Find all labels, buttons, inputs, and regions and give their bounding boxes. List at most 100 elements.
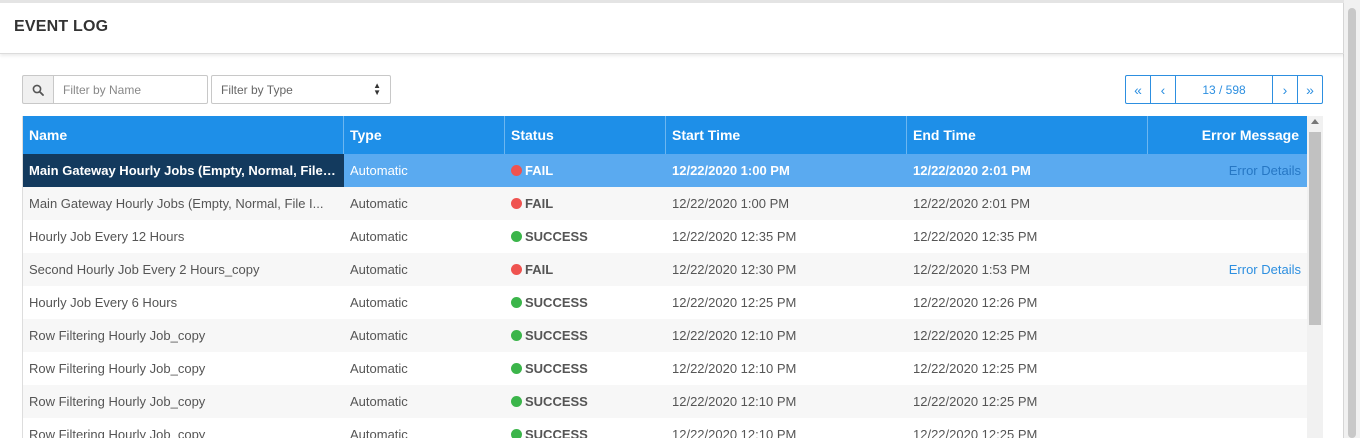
status-text: FAIL: [525, 196, 554, 211]
cell-error-message: [1148, 220, 1307, 253]
table-row[interactable]: Second Hourly Job Every 2 Hours_copy Auto…: [23, 253, 1307, 286]
table-row[interactable]: Main Gateway Hourly Jobs (Empty, Normal,…: [23, 187, 1307, 220]
table-row[interactable]: Hourly Job Every 12 Hours Automatic SUCCES…: [23, 220, 1307, 253]
type-filter-value: Filter by Type: [221, 83, 293, 97]
error-details-link[interactable]: Error Details: [1229, 163, 1301, 178]
status-text: SUCCESS: [525, 229, 588, 244]
column-header-status[interactable]: Status: [505, 116, 666, 154]
column-header-name[interactable]: Name: [23, 116, 344, 154]
cell-name: Row Filtering Hourly Job_copy: [29, 361, 206, 376]
cell-end-time: 12/22/2020 12:25 PM: [913, 427, 1038, 438]
page-scrollbar-thumb[interactable]: [1348, 8, 1356, 438]
cell-type: Automatic: [350, 229, 408, 244]
page-indicator[interactable]: 13 / 598: [1175, 75, 1273, 104]
search-icon[interactable]: [22, 75, 53, 104]
column-header-start-time[interactable]: Start Time: [666, 116, 907, 154]
status-text: FAIL: [525, 262, 554, 277]
fail-status-icon: [511, 264, 522, 275]
success-status-icon: [511, 396, 522, 407]
cell-end-time: 12/22/2020 12:25 PM: [913, 328, 1038, 343]
column-header-type[interactable]: Type: [344, 116, 505, 154]
cell-status: FAIL: [505, 253, 666, 286]
error-details-link[interactable]: Error Details: [1229, 262, 1301, 277]
cell-end-time: 12/22/2020 2:01 PM: [913, 163, 1031, 178]
cell-name: Hourly Job Every 6 Hours: [29, 295, 178, 310]
cell-error-message: Error Details: [1148, 253, 1307, 286]
panel-header: EVENT LOG: [0, 3, 1344, 54]
cell-status: SUCCESS: [505, 418, 666, 438]
cell-type: Automatic: [350, 196, 408, 211]
name-filter-input[interactable]: [53, 75, 208, 104]
prev-page-button[interactable]: ‹: [1150, 75, 1176, 104]
cell-end-time: 12/22/2020 12:25 PM: [913, 394, 1038, 409]
fail-status-icon: [511, 165, 522, 176]
table-scrollbar[interactable]: [1307, 116, 1323, 438]
cell-start-time: 12/22/2020 12:10 PM: [672, 394, 797, 409]
table-body: Main Gateway Hourly Jobs (Empty, Normal,…: [23, 154, 1307, 438]
cell-type: Automatic: [350, 328, 408, 343]
cell-end-time: 12/22/2020 12:26 PM: [913, 295, 1038, 310]
table-row[interactable]: Hourly Job Every 6 Hours Automatic SUCCESS…: [23, 286, 1307, 319]
first-page-button[interactable]: «: [1125, 75, 1151, 104]
table-row[interactable]: Row Filtering Hourly Job_copy Automatic SU…: [23, 385, 1307, 418]
cell-status: FAIL: [505, 187, 666, 220]
cell-type: Automatic: [350, 295, 408, 310]
table-row[interactable]: Row Filtering Hourly Job_copy Automatic SU…: [23, 352, 1307, 385]
cell-start-time: 12/22/2020 12:10 PM: [672, 427, 797, 438]
cell-start-time: 12/22/2020 12:10 PM: [672, 328, 797, 343]
status-text: SUCCESS: [525, 328, 588, 343]
cell-error-message: [1148, 187, 1307, 220]
cell-type: Automatic: [350, 427, 408, 438]
cell-type: Automatic: [350, 361, 408, 376]
status-text: FAIL: [525, 163, 554, 178]
cell-name: Row Filtering Hourly Job_copy: [29, 427, 206, 438]
cell-name: Row Filtering Hourly Job_copy: [29, 328, 206, 343]
cell-start-time: 12/22/2020 12:30 PM: [672, 262, 797, 277]
table-row[interactable]: Main Gateway Hourly Jobs (Empty, Normal,…: [23, 154, 1307, 187]
event-log-panel: EVENT LOG Filter by Type ▲▼ « ‹ 13 / 598…: [0, 0, 1344, 438]
cell-status: SUCCESS: [505, 319, 666, 352]
cell-error-message: [1148, 352, 1307, 385]
cell-name: Hourly Job Every 12 Hours: [29, 229, 185, 244]
scroll-up-icon[interactable]: [1311, 119, 1319, 124]
cell-start-time: 12/22/2020 12:35 PM: [672, 229, 797, 244]
cell-start-time: 12/22/2020 1:00 PM: [672, 163, 790, 178]
success-status-icon: [511, 363, 522, 374]
cell-status: SUCCESS: [505, 352, 666, 385]
name-filter-group: [22, 75, 208, 104]
cell-status: SUCCESS: [505, 220, 666, 253]
cell-start-time: 12/22/2020 1:00 PM: [672, 196, 790, 211]
type-filter-select[interactable]: Filter by Type ▲ ▼: [211, 75, 391, 104]
magnifier-glyph: [32, 84, 44, 96]
pagination: « ‹ 13 / 598 › »: [1125, 75, 1323, 104]
cell-end-time: 12/22/2020 12:25 PM: [913, 361, 1038, 376]
page-scrollbar[interactable]: [1344, 0, 1360, 438]
status-text: SUCCESS: [525, 427, 588, 438]
cell-name: Main Gateway Hourly Jobs (Empty, Normal,…: [29, 196, 324, 211]
cell-error-message: [1148, 418, 1307, 438]
cell-error-message: Error Details: [1148, 154, 1307, 187]
event-table: Name Type Status Start Time End Time Err…: [22, 116, 1323, 438]
last-page-button[interactable]: »: [1297, 75, 1323, 104]
column-header-error-message[interactable]: Error Message: [1148, 116, 1307, 154]
cell-name: Row Filtering Hourly Job_copy: [29, 394, 206, 409]
cell-start-time: 12/22/2020 12:25 PM: [672, 295, 797, 310]
cell-type: Automatic: [350, 262, 408, 277]
scrollbar-thumb[interactable]: [1309, 132, 1321, 325]
cell-error-message: [1148, 319, 1307, 352]
cell-type: Automatic: [350, 163, 408, 178]
success-status-icon: [511, 330, 522, 341]
cell-type: Automatic: [350, 394, 408, 409]
cell-status: SUCCESS: [505, 286, 666, 319]
table-row[interactable]: Row Filtering Hourly Job_copy Automatic SU…: [23, 319, 1307, 352]
cell-name: Main Gateway Hourly Jobs (Empty, Normal,…: [23, 154, 344, 187]
cell-end-time: 12/22/2020 1:53 PM: [913, 262, 1031, 277]
status-text: SUCCESS: [525, 394, 588, 409]
page-title: EVENT LOG: [14, 18, 109, 35]
column-header-end-time[interactable]: End Time: [907, 116, 1148, 154]
cell-start-time: 12/22/2020 12:10 PM: [672, 361, 797, 376]
table-row[interactable]: Row Filtering Hourly Job_copy Automatic SU…: [23, 418, 1307, 438]
fail-status-icon: [511, 198, 522, 209]
success-status-icon: [511, 297, 522, 308]
next-page-button[interactable]: ›: [1272, 75, 1298, 104]
